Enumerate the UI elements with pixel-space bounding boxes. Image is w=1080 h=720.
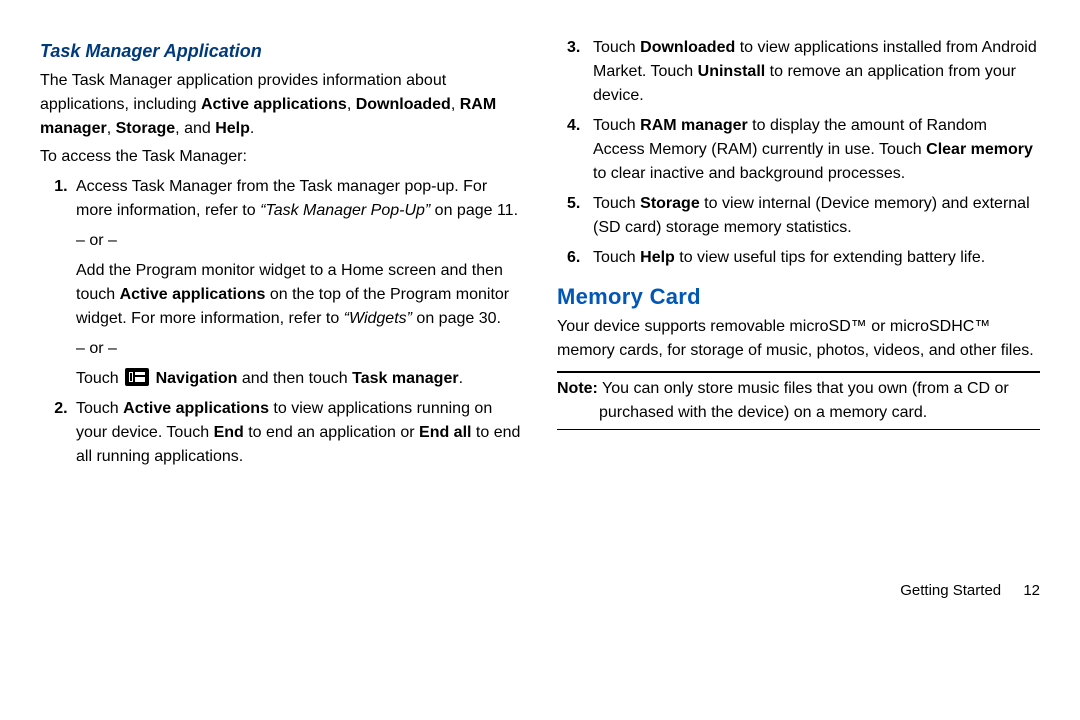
- bold-text: Help: [640, 249, 675, 266]
- chapter-name: Getting Started: [900, 582, 1001, 599]
- intro-paragraph: The Task Manager application provides in…: [40, 69, 523, 141]
- navigation-icon: [125, 368, 149, 386]
- memory-card-intro: Your device supports removable microSD™ …: [557, 315, 1040, 363]
- bold-text: Storage: [640, 195, 700, 212]
- bold-text: Help: [215, 120, 250, 137]
- note-label: Note:: [557, 380, 598, 397]
- bold-text: Downloaded: [356, 96, 451, 113]
- text: Touch: [593, 195, 640, 212]
- step-3: Touch Downloaded to view applications in…: [567, 36, 1040, 108]
- bold-text: Active applications: [120, 286, 266, 303]
- or-separator: – or –: [76, 337, 523, 361]
- xref: “Task Manager Pop-Up”: [260, 202, 430, 219]
- access-line: To access the Task Manager:: [40, 145, 523, 169]
- text: on page 30.: [416, 310, 501, 327]
- text: .: [459, 370, 463, 387]
- page-number: 12: [1023, 582, 1040, 599]
- bold-text: Storage: [116, 120, 176, 137]
- bold-text: End: [214, 424, 244, 441]
- bold-text: Downloaded: [640, 39, 735, 56]
- note-text: You can only store music files that you …: [598, 380, 1009, 421]
- text: Touch: [76, 400, 123, 417]
- page-footer: Getting Started 12: [557, 580, 1040, 603]
- xref: “Widgets”: [344, 310, 417, 327]
- text: ,: [347, 96, 356, 113]
- divider: [557, 371, 1040, 373]
- divider: [557, 429, 1040, 430]
- bold-text: Task manager: [352, 370, 458, 387]
- section-heading-task-manager: Task Manager Application: [40, 38, 523, 65]
- step-4: Touch RAM manager to display the amount …: [567, 114, 1040, 186]
- text: , and: [175, 120, 215, 137]
- text: Touch: [76, 370, 123, 387]
- step-6: Touch Help to view useful tips for exten…: [567, 246, 1040, 270]
- text: and then touch: [237, 370, 352, 387]
- bold-text: Clear memory: [926, 141, 1033, 158]
- text: to view useful tips for extending batter…: [675, 249, 985, 266]
- bold-text: Uninstall: [698, 63, 766, 80]
- text: to end an application or: [244, 424, 419, 441]
- step-1: Access Task Manager from the Task manage…: [72, 175, 523, 391]
- section-heading-memory-card: Memory Card: [557, 280, 1040, 313]
- text: .: [250, 120, 254, 137]
- bold-text: RAM manager: [640, 117, 748, 134]
- text: ,: [107, 120, 116, 137]
- text: to clear inactive and background process…: [593, 165, 905, 182]
- text: Touch: [593, 249, 640, 266]
- note-block: Note: You can only store music files tha…: [557, 377, 1040, 425]
- bold-text: End all: [419, 424, 471, 441]
- step-5: Touch Storage to view internal (Device m…: [567, 192, 1040, 240]
- bold-text: Active applications: [201, 96, 347, 113]
- text: Touch: [593, 117, 640, 134]
- text: Touch: [593, 39, 640, 56]
- bold-text: Active applications: [123, 400, 269, 417]
- text: on page 11.: [430, 202, 518, 219]
- bold-text: Navigation: [156, 370, 238, 387]
- step-2: Touch Active applications to view applic…: [72, 397, 523, 469]
- or-separator: – or –: [76, 229, 523, 253]
- text: ,: [451, 96, 460, 113]
